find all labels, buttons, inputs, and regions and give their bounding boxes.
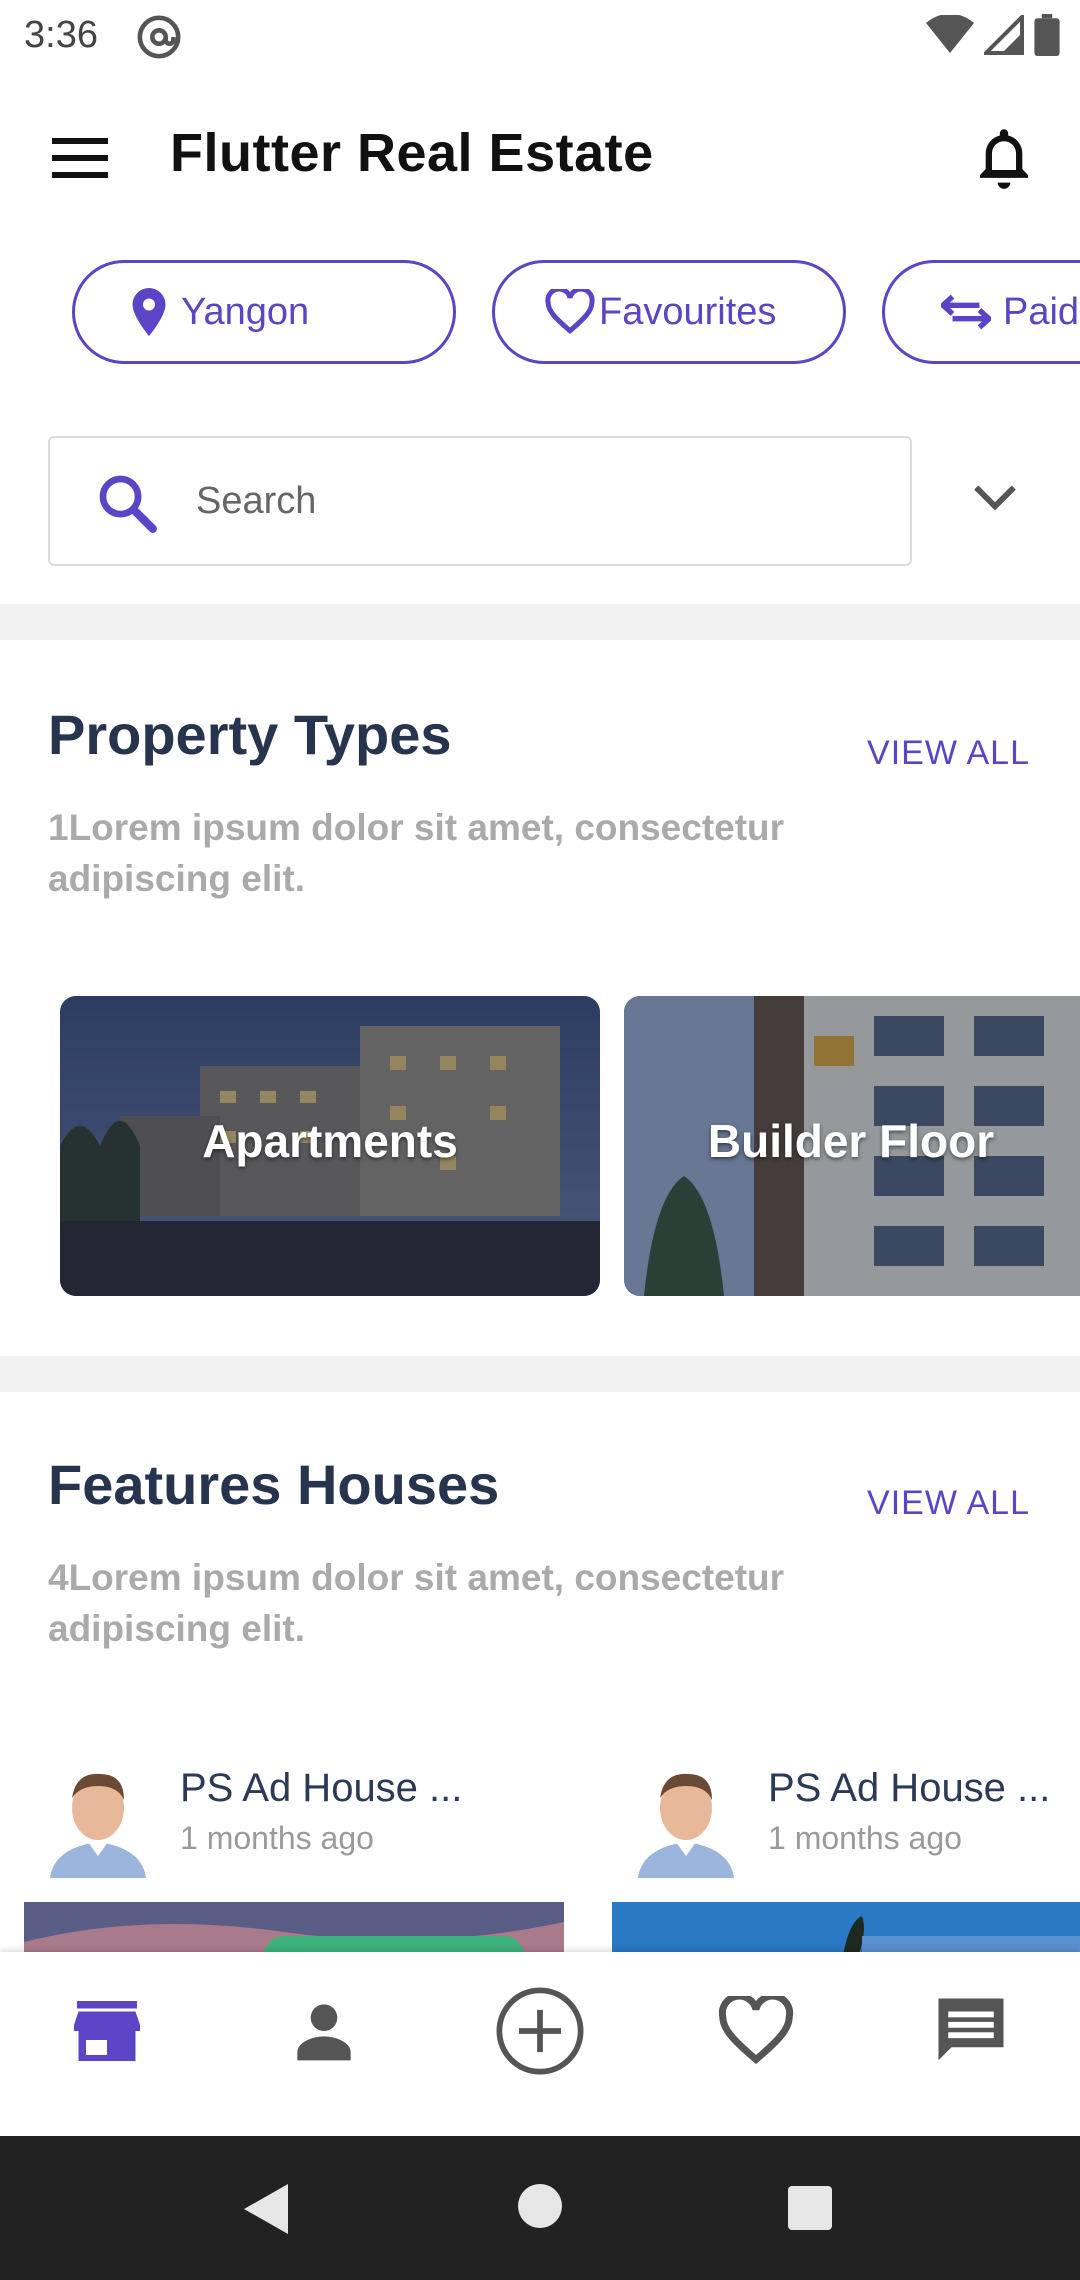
back-icon[interactable] bbox=[244, 2184, 288, 2234]
search-box[interactable] bbox=[48, 436, 912, 566]
features-houses-view-all-link[interactable]: VIEW ALL bbox=[867, 1484, 1030, 1523]
chip-location-label: Yangon bbox=[181, 290, 310, 333]
search-icon bbox=[99, 475, 157, 533]
property-type-label: Builder Floor bbox=[707, 1115, 995, 1167]
cell-signal-icon bbox=[984, 15, 1024, 55]
nav-favourites[interactable] bbox=[701, 1976, 811, 2086]
search-input[interactable] bbox=[196, 438, 876, 564]
property-types-title: Property Types bbox=[48, 703, 452, 766]
chip-location[interactable]: Yangon bbox=[72, 260, 456, 364]
nav-store[interactable] bbox=[52, 1976, 162, 2086]
section-divider bbox=[0, 604, 1080, 640]
heart-outline-icon bbox=[718, 1996, 794, 2065]
property-types-view-all-link[interactable]: VIEW ALL bbox=[867, 734, 1030, 773]
nav-add[interactable] bbox=[485, 1976, 595, 2086]
nav-profile[interactable] bbox=[269, 1976, 379, 2086]
status-icons bbox=[926, 14, 1060, 56]
menu-icon[interactable] bbox=[52, 138, 108, 178]
search-panel bbox=[0, 396, 1080, 604]
property-type-card-builder-floor[interactable]: Builder Floor bbox=[624, 996, 1080, 1296]
user-avatar-image bbox=[628, 1756, 744, 1878]
house-posted-time: 1 months ago bbox=[768, 1820, 962, 1856]
avatar bbox=[40, 1756, 156, 1878]
person-icon bbox=[297, 2004, 351, 2061]
store-icon bbox=[74, 2001, 140, 2061]
featured-house-card[interactable]: PS Ad House ... 1 months ago bbox=[24, 1756, 564, 1962]
system-navigation-bar bbox=[0, 2136, 1080, 2280]
home-icon[interactable] bbox=[518, 2184, 562, 2228]
chip-paid[interactable]: Paid bbox=[882, 260, 1080, 364]
house-posted-time: 1 months ago bbox=[180, 1820, 374, 1856]
chip-favourites-label: Favourites bbox=[599, 290, 777, 333]
house-title: PS Ad House ... bbox=[180, 1766, 463, 1810]
section-divider bbox=[0, 1356, 1080, 1392]
property-types-subtitle: 1Lorem ipsum dolor sit amet, consectetur… bbox=[48, 807, 785, 899]
features-houses-subtitle: 4Lorem ipsum dolor sit amet, consectetur… bbox=[48, 1557, 785, 1649]
chip-paid-label: Paid bbox=[1003, 290, 1080, 333]
add-circle-icon bbox=[496, 1987, 584, 2075]
chat-icon bbox=[938, 1998, 1004, 2061]
recents-icon[interactable] bbox=[788, 2186, 832, 2230]
features-houses-title: Features Houses bbox=[48, 1453, 500, 1516]
avatar bbox=[628, 1756, 744, 1878]
wifi-icon bbox=[926, 15, 974, 53]
property-type-card-apartments[interactable]: Apartments bbox=[60, 996, 600, 1296]
app-title: Flutter Real Estate bbox=[170, 123, 654, 183]
nav-messages[interactable] bbox=[916, 1976, 1026, 2086]
chip-favourites[interactable]: Favourites bbox=[492, 260, 846, 364]
at-sign-icon bbox=[137, 15, 181, 59]
property-type-label: Apartments bbox=[202, 1115, 458, 1167]
app-bar: Flutter Real Estate bbox=[0, 72, 1080, 240]
status-bar: 3:36 bbox=[0, 0, 1080, 72]
user-avatar-image bbox=[40, 1756, 156, 1878]
house-title: PS Ad House ... bbox=[768, 1766, 1051, 1810]
swap-arrows-icon bbox=[941, 294, 991, 330]
status-time: 3:36 bbox=[24, 14, 98, 56]
chevron-down-icon[interactable] bbox=[970, 478, 1020, 518]
filter-chips: Yangon Favourites Paid bbox=[0, 258, 1080, 368]
featured-house-card[interactable]: PS Ad House ... 1 months ago bbox=[612, 1756, 1080, 1962]
location-pin-icon bbox=[132, 288, 166, 336]
heart-outline-icon bbox=[545, 289, 595, 335]
battery-icon bbox=[1034, 14, 1060, 56]
notification-bell-icon[interactable] bbox=[972, 124, 1036, 192]
bottom-navigation bbox=[0, 1952, 1080, 2136]
